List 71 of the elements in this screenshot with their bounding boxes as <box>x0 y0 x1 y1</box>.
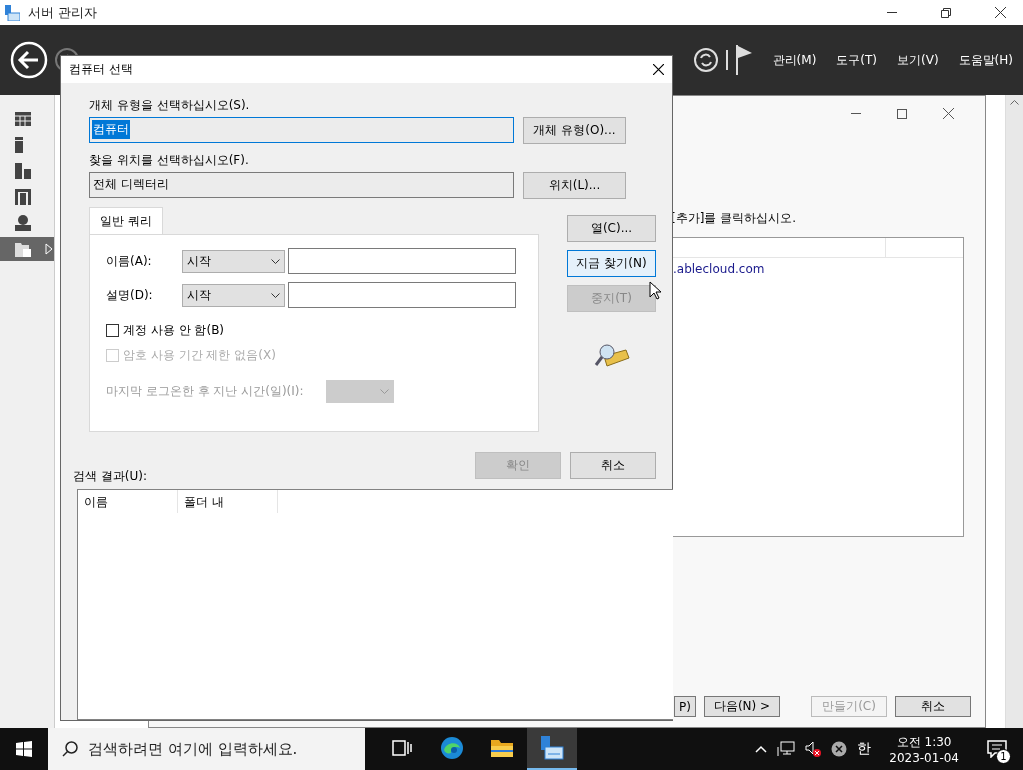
clock[interactable]: 오전 1:30 2023-01-04 <box>889 733 959 765</box>
browser-icon[interactable] <box>440 736 464 760</box>
close-icon[interactable] <box>942 108 954 119</box>
menu-item[interactable]: 도구(T) <box>836 51 878 69</box>
server-manager-icon <box>4 4 20 21</box>
search-icon <box>62 741 78 757</box>
field-label: 설명(D): <box>106 286 154 304</box>
refresh-icon[interactable] <box>692 47 719 73</box>
browse-button[interactable]: 위치(L)... <box>523 172 626 199</box>
readonly-field[interactable]: 컴퓨터 <box>89 117 514 143</box>
expand-icon <box>45 243 53 255</box>
close-circle-icon[interactable] <box>831 741 848 757</box>
close-icon[interactable] <box>653 64 664 75</box>
maximize-icon[interactable] <box>897 108 907 119</box>
action-button[interactable]: 열(C)... <box>567 215 656 242</box>
dialog-button[interactable]: 취소 <box>570 452 656 479</box>
menu-item[interactable]: 관리(M) <box>772 51 817 69</box>
restore-icon[interactable] <box>941 7 951 18</box>
back-icon[interactable] <box>10 41 48 79</box>
start-icon[interactable] <box>16 741 32 757</box>
chevron-up-icon[interactable] <box>755 745 768 753</box>
server-icon <box>15 137 23 153</box>
flag-icon[interactable] <box>734 45 753 75</box>
ime-indicator[interactable]: 한 <box>857 740 872 758</box>
menu-item[interactable]: 도움말(H) <box>958 51 1013 69</box>
search-field[interactable]: 검색하려면 여기에 입력하세요. <box>48 728 365 770</box>
grid-icon <box>15 112 31 126</box>
notification-count: 1 <box>996 749 1011 764</box>
caret-icon <box>379 389 389 394</box>
input-field[interactable] <box>288 282 516 308</box>
task-view-icon[interactable] <box>392 740 412 756</box>
search-icon <box>593 342 630 368</box>
wizard-button[interactable]: 다음(N) > <box>704 696 780 717</box>
checkbox[interactable] <box>106 324 119 337</box>
folder-icon[interactable] <box>490 738 514 758</box>
taskbar-app[interactable] <box>527 728 577 770</box>
close-icon[interactable] <box>994 7 1006 18</box>
results-label: 검색 결과(U): <box>73 468 147 485</box>
operator-dropdown[interactable]: 시작 <box>182 249 285 273</box>
field-label: 마지막 로그온한 후 지난 시간(일)(I): <box>106 383 304 400</box>
readonly-field[interactable]: 전체 디렉터리 <box>89 172 514 198</box>
notification-icon <box>987 740 1007 758</box>
menu-item[interactable]: 보기(V) <box>897 51 939 69</box>
input-field[interactable] <box>288 248 516 274</box>
wizard-button[interactable]: P) <box>674 696 696 717</box>
notification-button[interactable]: 1 <box>977 728 1017 770</box>
servers-icon <box>15 163 31 179</box>
browse-button[interactable]: 개체 유형(O)... <box>523 117 626 144</box>
list-row[interactable]: .ablecloud.com <box>671 258 963 280</box>
field-label: 이름(A): <box>106 252 153 270</box>
action-button[interactable]: 지금 찾기(N) <box>567 250 656 277</box>
sidebar-item[interactable] <box>0 237 54 261</box>
window-title: 서버 관리자 <box>28 3 99 22</box>
field-label: 개체 유형을 선택하십시오(S). <box>89 97 251 114</box>
dialog-title: 컴퓨터 선택 <box>69 61 133 78</box>
scroll-up-icon[interactable] <box>1010 99 1019 105</box>
caret-icon <box>271 292 280 298</box>
column-header[interactable]: 이름 <box>78 490 178 513</box>
roles-icon <box>15 189 31 205</box>
column-header[interactable]: 폴더 내 <box>178 490 278 513</box>
wizard-button[interactable]: 취소 <box>895 696 971 717</box>
operator-dropdown[interactable]: 시작 <box>182 283 285 307</box>
scrollbar[interactable] <box>1005 95 1023 728</box>
field-label: 찾을 위치를 선택하십시오(F). <box>89 152 250 169</box>
files-icon <box>15 241 31 257</box>
volume-muted-icon[interactable] <box>805 741 822 757</box>
caret-icon <box>271 258 280 264</box>
tab[interactable]: 일반 쿼리 <box>89 207 163 234</box>
checkbox-option[interactable]: 계정 사용 안 함(B) <box>106 322 522 339</box>
cursor-icon <box>649 281 661 300</box>
server-manager-icon[interactable] <box>539 735 565 761</box>
